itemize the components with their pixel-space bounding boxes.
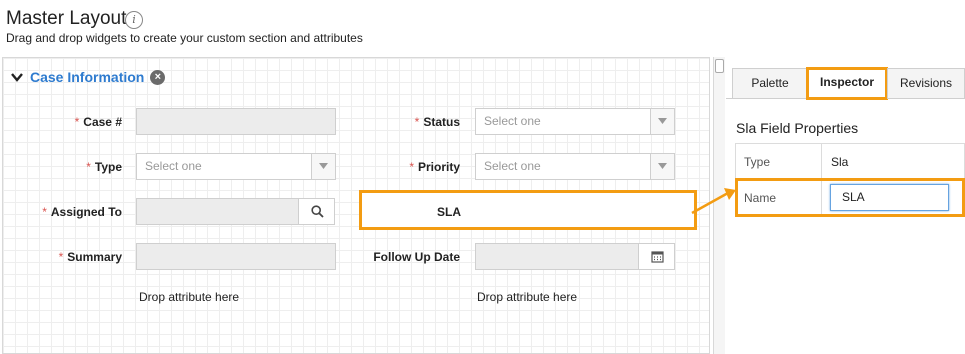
- summary-label: * Summary: [58, 250, 122, 264]
- section-title[interactable]: Case Information: [30, 69, 144, 85]
- date-picker-button[interactable]: [638, 243, 675, 270]
- assigned-to-input[interactable]: [136, 198, 299, 225]
- follow-up-date-label: Follow Up Date: [373, 250, 460, 264]
- calendar-icon: [651, 251, 664, 263]
- search-icon: [311, 205, 324, 218]
- name-field[interactable]: SLA: [830, 184, 949, 211]
- priority-label: * Priority: [409, 160, 460, 174]
- panel-heading: Sla Field Properties: [736, 120, 859, 136]
- dropdown-arrow-icon[interactable]: [311, 154, 335, 179]
- tab-inspector[interactable]: Inspector: [806, 67, 888, 100]
- priority-select-value: Select one: [484, 159, 541, 173]
- status-select[interactable]: Select one: [475, 108, 675, 135]
- connector-arrow-icon: [691, 188, 736, 215]
- summary-input[interactable]: [136, 243, 336, 270]
- close-icon[interactable]: ×: [150, 69, 166, 85]
- sla-field-widget[interactable]: SLA: [359, 190, 697, 230]
- type-select[interactable]: Select one: [136, 153, 336, 180]
- chevron-down-icon[interactable]: [10, 70, 24, 84]
- lookup-button[interactable]: [298, 198, 335, 225]
- case-number-label: * Case #: [74, 115, 122, 129]
- priority-select[interactable]: Select one: [475, 153, 675, 180]
- panel-tabbar: Palette Inspector Revisions: [726, 67, 965, 100]
- tab-palette[interactable]: Palette: [732, 68, 808, 99]
- page-title: Master Layout: [6, 8, 127, 29]
- property-row-type: Type Sla: [735, 143, 965, 179]
- type-select-value: Select one: [145, 159, 202, 173]
- dropdown-arrow-icon[interactable]: [650, 109, 674, 134]
- divider: [821, 144, 822, 178]
- type-label: * Type: [86, 160, 122, 174]
- assigned-to-label: * Assigned To: [42, 205, 122, 219]
- dropdown-arrow-icon[interactable]: [650, 154, 674, 179]
- drop-zone-left[interactable]: Drop attribute here: [139, 290, 239, 304]
- scrollbar-thumb[interactable]: [715, 59, 724, 73]
- page-subtitle: Drag and drop widgets to create your cus…: [6, 31, 363, 45]
- status-label: * Status: [414, 115, 460, 129]
- drop-zone-right[interactable]: Drop attribute here: [477, 290, 577, 304]
- status-select-value: Select one: [484, 114, 541, 128]
- info-icon[interactable]: i: [125, 11, 143, 29]
- case-number-input[interactable]: [136, 108, 336, 135]
- tab-revisions[interactable]: Revisions: [887, 68, 965, 99]
- section-header: Case Information ×: [10, 67, 166, 87]
- property-key: Type: [744, 155, 771, 169]
- follow-up-date-input[interactable]: [475, 243, 640, 270]
- property-value: Sla: [831, 155, 849, 169]
- sla-field-label: SLA: [437, 205, 461, 219]
